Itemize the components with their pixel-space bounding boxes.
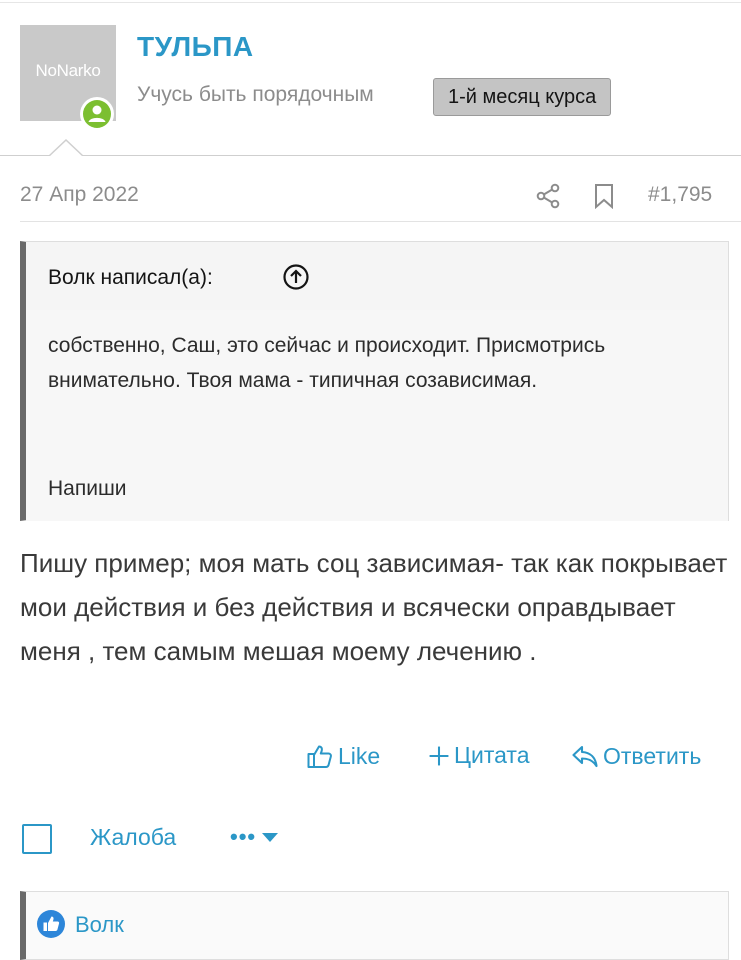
reply-button[interactable]: Ответить: [571, 742, 701, 770]
quote-block: Волк написал(а): собственно, Саш, это се…: [20, 241, 729, 521]
chevron-down-icon: [262, 832, 279, 842]
post-number[interactable]: #1,795: [648, 183, 712, 207]
quote-author[interactable]: Волк написал(а):: [48, 266, 213, 290]
post-user-header: NoNarko ТУЛЬПА Учусь быть порядочным 1-й…: [0, 3, 741, 158]
post-meta-divider: [20, 221, 741, 222]
post-actions: Like Цитата Ответить: [0, 742, 741, 782]
like-reaction-icon: [37, 910, 65, 938]
user-title: Учусь быть порядочным: [137, 83, 374, 106]
reactions-bar: Волк: [20, 891, 729, 960]
quote-body: собственно, Саш, это сейчас и происходит…: [26, 310, 728, 521]
reaction-user-link[interactable]: Волк: [75, 912, 124, 938]
quote-header: Волк написал(а):: [26, 242, 728, 310]
online-status-badge: [80, 97, 114, 131]
user-header-pointer-fill: [49, 141, 83, 157]
avatar-text: NoNarko: [35, 61, 101, 80]
select-post-checkbox[interactable]: [22, 824, 52, 854]
report-link[interactable]: Жалоба: [90, 824, 176, 851]
online-icon: [83, 100, 111, 128]
quote-text-extra: Напиши: [48, 477, 127, 500]
reply-label: Ответить: [603, 742, 702, 769]
bookmark-icon[interactable]: [592, 183, 616, 209]
header-divider: [0, 155, 741, 156]
like-button[interactable]: Like: [306, 742, 380, 770]
thumbs-up-icon: [307, 745, 332, 768]
post-message: Пишу пример; моя мать соц зависимая- так…: [20, 548, 728, 666]
quote-button[interactable]: Цитата: [427, 742, 530, 769]
quote-label: Цитата: [454, 742, 530, 768]
share-icon[interactable]: [535, 183, 561, 209]
plus-icon: [429, 746, 449, 765]
quote-text: собственно, Саш, это сейчас и происходит…: [48, 334, 606, 392]
username[interactable]: ТУЛЬПА: [137, 31, 254, 63]
more-options-menu[interactable]: •••: [230, 824, 279, 849]
like-label: Like: [338, 742, 381, 769]
post-date[interactable]: 27 Апр 2022: [20, 183, 139, 207]
user-banner-badge: 1-й месяц курса: [433, 78, 612, 116]
more-options-dots: •••: [230, 824, 257, 849]
reply-icon: [572, 745, 598, 768]
arrow-up-circle-icon[interactable]: [282, 263, 310, 291]
